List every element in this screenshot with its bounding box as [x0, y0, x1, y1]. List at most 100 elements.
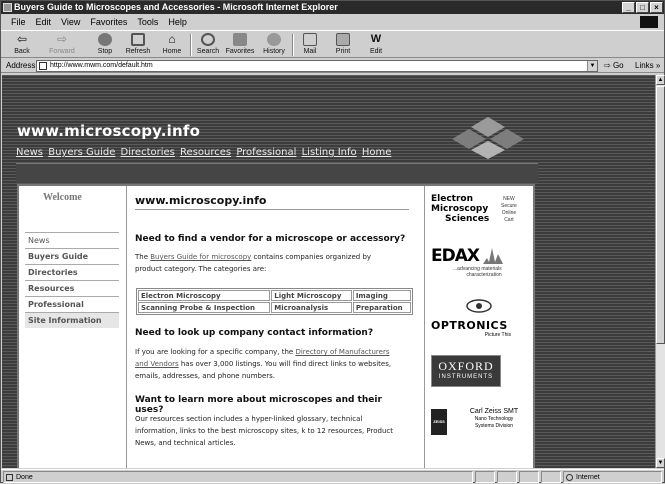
contact-heading: Need to look up company contact informat…	[135, 328, 374, 338]
back-button[interactable]: ⇦ Back	[5, 32, 39, 58]
nav-professional[interactable]: Professional	[236, 147, 296, 158]
sidebar-item-news[interactable]: News	[25, 232, 119, 248]
status-bar: Done Internet	[1, 469, 664, 483]
menu-tools[interactable]: Tools	[137, 17, 158, 27]
nav-directories[interactable]: Directories	[121, 147, 175, 158]
oxford-logo: OXFORD	[438, 359, 494, 373]
history-button[interactable]: History	[257, 32, 291, 58]
title-bar: Buyers Guide to Microscopes and Accessor…	[1, 1, 664, 14]
contact-paragraph: If you are looking for a specific compan…	[135, 348, 392, 380]
menu-edit[interactable]: Edit	[36, 17, 52, 27]
forward-button[interactable]: ⇨ Forward	[45, 32, 79, 58]
maximize-button[interactable]: □	[636, 2, 649, 13]
buyers-guide-link[interactable]: Buyers Guide for microscopy	[150, 253, 251, 261]
category-imaging[interactable]: Imaging	[352, 290, 411, 301]
top-nav: News Buyers Guide Directories Resources …	[16, 147, 393, 158]
close-button[interactable]: ×	[650, 2, 663, 13]
sidebar-item-site-information[interactable]: Site Information	[25, 312, 119, 328]
zeiss-text: Carl Zeiss SMT Nano Technology Systems D…	[469, 408, 519, 429]
table-row: Scanning Probe & Inspection Microanalysi…	[138, 302, 411, 313]
address-dropdown-icon[interactable]: ▼	[587, 61, 597, 71]
print-button[interactable]: Print	[326, 32, 360, 58]
edax-logo: EDAX	[431, 246, 480, 266]
zeiss-ad[interactable]: ZEISS Carl Zeiss SMT Nano Technology Sys…	[431, 407, 529, 443]
menu-file[interactable]: File	[11, 17, 26, 27]
back-arrow-icon: ⇦	[16, 32, 28, 46]
links-button[interactable]: Links »	[635, 59, 660, 73]
optronics-tagline: Picture This	[484, 332, 511, 338]
search-button[interactable]: Search	[191, 32, 225, 58]
security-zone: Internet	[563, 471, 662, 483]
refresh-icon	[131, 33, 145, 46]
scroll-thumb[interactable]	[656, 86, 665, 344]
category-light-microscopy[interactable]: Light Microscopy	[271, 290, 352, 301]
sidebar-item-resources[interactable]: Resources	[25, 280, 119, 296]
browser-window: Buyers Guide to Microscopes and Accessor…	[0, 0, 665, 483]
home-icon: ⌂	[168, 32, 176, 46]
minimize-button[interactable]: _	[622, 2, 635, 13]
oxford-ad[interactable]: OXFORD INSTRUMENTS	[431, 355, 501, 387]
optronics-eye-icon	[466, 299, 492, 313]
page-icon	[39, 62, 47, 70]
window-title: Buyers Guide to Microscopes and Accessor…	[14, 2, 338, 12]
ems-cart-badge: NEW Secure Online Cart	[501, 196, 517, 223]
scroll-down-icon[interactable]: ▼	[656, 458, 665, 468]
category-microanalysis[interactable]: Microanalysis	[271, 302, 352, 313]
menu-help[interactable]: Help	[168, 17, 187, 27]
home-button[interactable]: ⌂ Home	[155, 32, 189, 58]
site-title: www.microscopy.info	[17, 122, 201, 140]
sidebar-item-professional[interactable]: Professional	[25, 296, 119, 312]
oxford-subtitle: INSTRUMENTS	[438, 374, 494, 380]
content-panel: Welcome News Buyers Guide Directories Re…	[17, 184, 535, 468]
banner-bar	[16, 163, 538, 183]
category-electron-microscopy[interactable]: Electron Microscopy	[138, 290, 271, 301]
menu-bar: File Edit View Favorites Tools Help	[1, 15, 664, 29]
mail-button[interactable]: Mail	[293, 32, 327, 58]
edit-button[interactable]: W Edit	[359, 32, 393, 58]
status-segment	[497, 471, 517, 483]
sidebar: Welcome News Buyers Guide Directories Re…	[19, 186, 127, 468]
category-table: Electron Microscopy Light Microscopy Ima…	[136, 288, 413, 315]
vertical-scrollbar[interactable]: ▲ ▼	[655, 75, 665, 468]
page-title: www.microscopy.info	[135, 194, 409, 210]
nav-resources[interactable]: Resources	[180, 147, 231, 158]
mail-icon	[303, 33, 317, 46]
nav-buyers-guide[interactable]: Buyers Guide	[48, 147, 115, 158]
address-url: http://www.mwm.com/default.htm	[50, 62, 153, 69]
go-button[interactable]: ⇨ Go	[604, 59, 624, 73]
sidebar-item-directories[interactable]: Directories	[25, 264, 119, 280]
nav-listing-info[interactable]: Listing Info	[302, 147, 357, 158]
address-label: Address	[6, 61, 36, 70]
address-bar: Address http://www.mwm.com/default.htm ▼…	[1, 59, 664, 73]
optronics-logo: OPTRONICS	[431, 319, 508, 332]
category-preparation[interactable]: Preparation	[352, 302, 411, 313]
optronics-ad[interactable]: OPTRONICS Picture This	[431, 298, 527, 338]
status-segment	[519, 471, 539, 483]
history-icon	[267, 33, 281, 46]
globe-icon	[566, 474, 573, 481]
category-scanning-probe[interactable]: Scanning Probe & Inspection	[138, 302, 271, 313]
stop-icon	[98, 33, 112, 46]
refresh-button[interactable]: Refresh	[121, 32, 155, 58]
page-viewport: www.microscopy.info News Buyers Guide Di…	[2, 75, 655, 468]
ems-ad[interactable]: Electron Microscopy Sciences NEW Secure On…	[431, 194, 527, 234]
forward-arrow-icon: ⇨	[56, 32, 68, 46]
address-input[interactable]: http://www.mwm.com/default.htm ▼	[36, 60, 598, 72]
menu-favorites[interactable]: Favorites	[90, 17, 127, 27]
sidebar-item-buyers-guide[interactable]: Buyers Guide	[25, 248, 119, 264]
windows-logo-icon	[640, 16, 658, 28]
diamond-logo-icon	[452, 117, 524, 159]
vendor-heading: Need to find a vendor for a microscope o…	[135, 234, 406, 244]
nav-news[interactable]: News	[16, 147, 43, 158]
edax-ad[interactable]: EDAX ...advancing materials characterizat…	[431, 246, 527, 286]
learn-heading: Want to learn more about microscopes and…	[135, 395, 382, 415]
zeiss-logo: ZEISS	[431, 409, 447, 435]
menu-view[interactable]: View	[61, 17, 80, 27]
edax-spectrum-icon	[483, 248, 503, 264]
favorites-button[interactable]: Favorites	[223, 32, 257, 58]
resources-paragraph: Our resources section includes a hyper-l…	[135, 415, 393, 447]
status-segment	[475, 471, 495, 483]
scroll-up-icon[interactable]: ▲	[656, 75, 665, 85]
stop-button[interactable]: Stop	[88, 32, 122, 58]
nav-home[interactable]: Home	[362, 147, 392, 158]
